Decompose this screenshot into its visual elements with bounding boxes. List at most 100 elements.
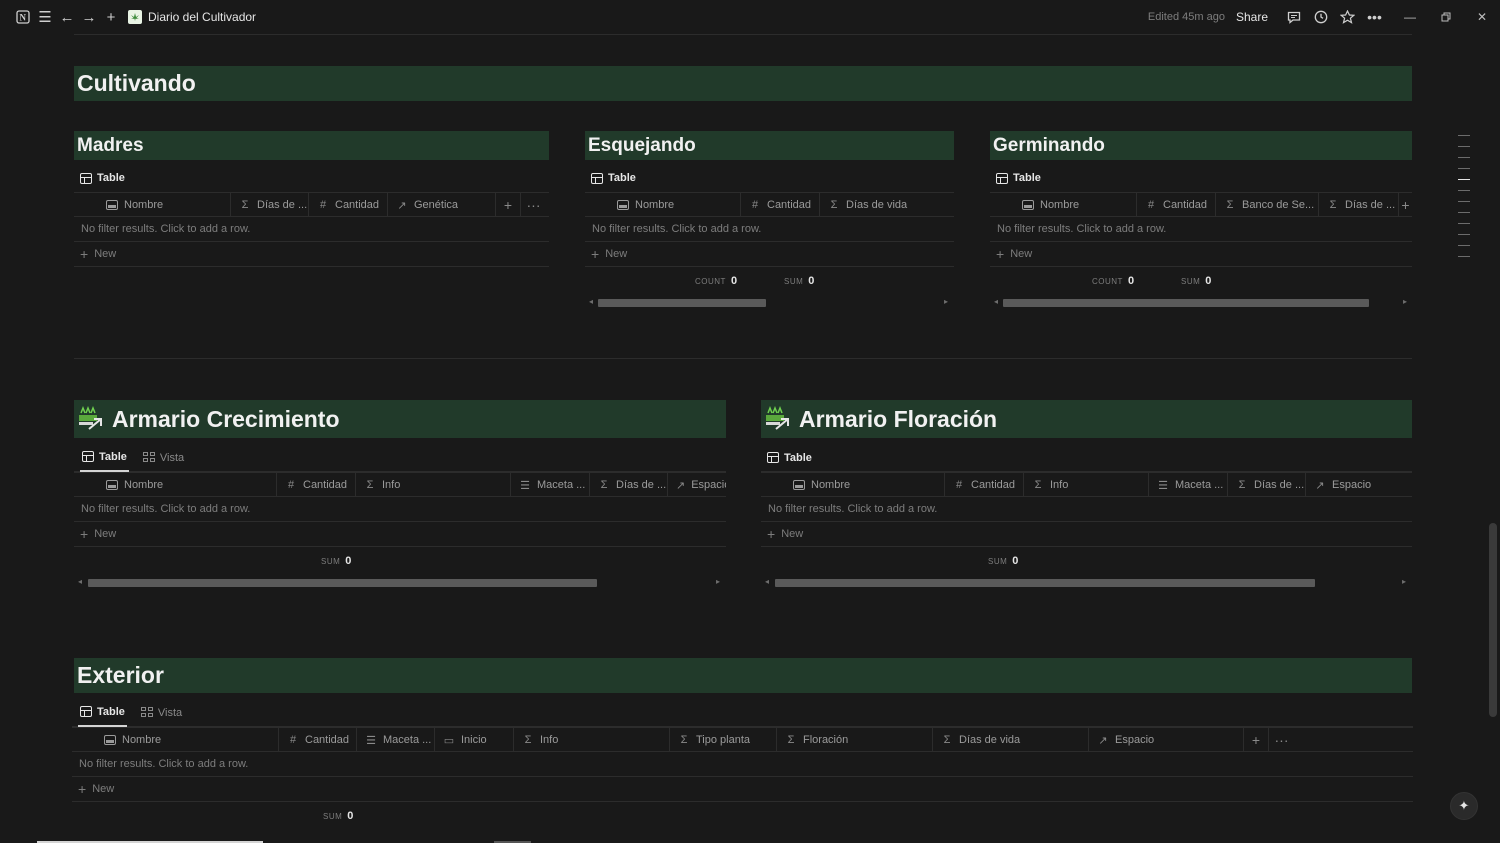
sum-calculation[interactable]: SUM 0 [988,555,1018,567]
tab-table[interactable]: Table [767,444,812,472]
column-header[interactable]: ↗ Espacio [668,473,726,497]
favorite-star-icon[interactable] [1334,6,1361,28]
column-header[interactable]: ↗ Espacio [1089,728,1244,752]
scrollbar-thumb[interactable] [88,579,597,587]
more-options-icon[interactable]: ••• [1361,6,1388,28]
share-button[interactable]: Share [1236,10,1268,24]
new-row-button[interactable]: + New [761,522,1412,547]
column-header[interactable]: Σ Días de ... [1319,193,1399,217]
minimize-icon[interactable]: — [1392,0,1428,34]
column-header[interactable]: # Cantidad [945,473,1024,497]
new-page-plus-icon[interactable]: + [100,6,122,28]
tab-table[interactable]: Table [591,164,636,192]
outline-item[interactable] [1458,190,1470,191]
scrollbar-thumb[interactable] [598,299,766,307]
column-header[interactable]: Σ Días de vida [933,728,1089,752]
new-row-button[interactable]: + New [74,522,726,547]
column-header[interactable]: Nombre [72,728,279,752]
tab-table[interactable]: Table [996,164,1041,192]
forward-arrow-icon[interactable]: → [78,6,100,28]
horizontal-scrollbar[interactable]: ◂ ▸ [761,577,1412,589]
outline-item[interactable] [1458,168,1470,169]
scroll-left-icon[interactable]: ◂ [78,577,82,586]
outline-item[interactable] [1458,135,1470,136]
scroll-right-icon[interactable]: ▸ [716,577,720,586]
tab-vista[interactable]: Vista [140,699,182,727]
column-header[interactable]: Nombre [585,193,741,217]
sum-calculation[interactable]: SUM 0 [784,275,814,287]
restore-icon[interactable] [1428,0,1464,34]
scroll-right-icon[interactable]: ▸ [1403,297,1407,306]
table-of-contents-outline[interactable] [1458,135,1472,267]
ai-sparkle-icon[interactable]: ✦ [1450,792,1478,820]
add-property-plus-icon[interactable]: + [1399,193,1412,217]
notion-logo-icon[interactable]: N [12,6,34,28]
close-window-icon[interactable]: ✕ [1464,0,1500,34]
outline-item[interactable] [1458,146,1470,147]
scroll-right-icon[interactable]: ▸ [944,297,948,306]
scroll-right-icon[interactable]: ▸ [1402,577,1406,586]
tab-table[interactable]: Table [78,699,127,727]
column-header[interactable]: # Cantidad [277,473,356,497]
vertical-scrollbar[interactable] [1489,523,1497,717]
column-header[interactable]: # Cantidad [741,193,820,217]
empty-state-row[interactable]: No filter results. Click to add a row. [761,497,1412,522]
column-header[interactable]: # Cantidad [309,193,388,217]
outline-item[interactable] [1458,256,1470,257]
outline-item[interactable] [1458,223,1470,224]
column-header[interactable]: Nombre [74,193,231,217]
column-header[interactable]: Σ Días de ... [1228,473,1306,497]
new-row-button[interactable]: + New [72,777,1413,802]
outline-item[interactable] [1458,234,1470,235]
column-header[interactable]: Σ Info [356,473,511,497]
more-options-icon[interactable]: ··· [521,193,546,217]
breadcrumb[interactable]: Diario del Cultivador [128,10,256,24]
column-header[interactable]: ↗ Genética [388,193,496,217]
scroll-left-icon[interactable]: ◂ [589,297,593,306]
column-header[interactable]: Nombre [74,473,277,497]
tab-table[interactable]: Table [80,444,129,472]
column-header[interactable]: Σ Info [514,728,670,752]
column-header[interactable]: Σ Tipo planta [670,728,777,752]
column-header[interactable]: Σ Días de ... [590,473,668,497]
column-header[interactable]: ☰ Maceta ... [1149,473,1228,497]
column-header[interactable]: Nombre [761,473,945,497]
horizontal-scrollbar[interactable]: ◂ ▸ [585,297,954,309]
new-row-button[interactable]: + New [74,242,549,267]
outline-item[interactable] [1458,201,1470,202]
empty-state-row[interactable]: No filter results. Click to add a row. [74,497,726,522]
sum-calculation[interactable]: SUM 0 [323,810,353,822]
new-row-button[interactable]: + New [990,242,1412,267]
column-header[interactable]: Σ Días de ... [231,193,309,217]
column-header[interactable]: Σ Días de vida [820,193,954,217]
empty-state-row[interactable]: No filter results. Click to add a row. [585,217,954,242]
count-calculation[interactable]: COUNT 0 [1092,275,1134,287]
menu-icon[interactable]: ☰ [34,6,56,28]
empty-state-row[interactable]: No filter results. Click to add a row. [72,752,1413,777]
column-header[interactable]: ☰ Maceta ... [511,473,590,497]
add-property-plus-icon[interactable]: + [1244,728,1269,752]
column-header[interactable]: ☰ Maceta ... [357,728,435,752]
horizontal-scrollbar[interactable]: ◂ ▸ [990,297,1412,309]
column-header[interactable]: # Cantidad [279,728,357,752]
scroll-left-icon[interactable]: ◂ [994,297,998,306]
count-calculation[interactable]: COUNT 0 [695,275,737,287]
column-header[interactable]: Σ Info [1024,473,1149,497]
outline-item[interactable] [1458,157,1470,158]
scrollbar-thumb[interactable] [775,579,1315,587]
sum-calculation[interactable]: SUM 0 [1181,275,1211,287]
empty-state-row[interactable]: No filter results. Click to add a row. [990,217,1412,242]
horizontal-scrollbar[interactable]: ◂ ▸ [74,577,726,589]
scrollbar-thumb[interactable] [1003,299,1369,307]
outline-item-active[interactable] [1458,179,1470,180]
column-header[interactable]: Σ Floración [777,728,933,752]
history-clock-icon[interactable] [1307,6,1334,28]
tab-vista[interactable]: Vista [142,444,184,472]
column-header[interactable]: ▭ Inicio [435,728,514,752]
new-row-button[interactable]: + New [585,242,954,267]
column-header[interactable]: ↗ Espacio [1306,473,1412,497]
column-header[interactable]: Σ Banco de Se... [1216,193,1319,217]
tab-table[interactable]: Table [80,164,125,192]
empty-state-row[interactable]: No filter results. Click to add a row. [74,217,549,242]
add-property-plus-icon[interactable]: + [496,193,521,217]
